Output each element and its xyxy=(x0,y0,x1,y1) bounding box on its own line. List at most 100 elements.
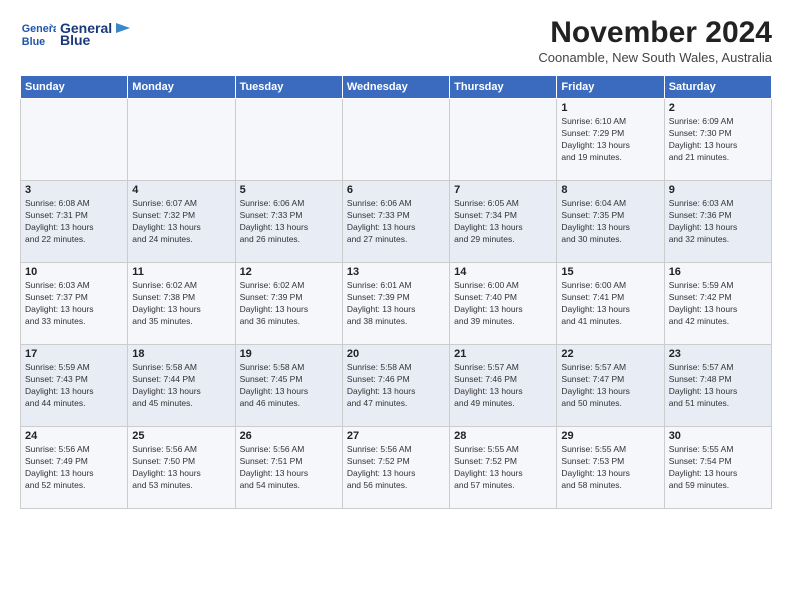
calendar-cell: 22 Sunrise: 5:57 AM Sunset: 7:47 PM Dayli… xyxy=(557,345,664,427)
day-number: 5 xyxy=(240,184,338,196)
logo-icon: General Blue xyxy=(20,16,56,52)
day-info: Sunrise: 6:06 AM Sunset: 7:33 PM Dayligh… xyxy=(240,198,338,246)
calendar-cell: 23 Sunrise: 5:57 AM Sunset: 7:48 PM Dayli… xyxy=(664,345,771,427)
weekday-header: Monday xyxy=(128,76,235,99)
calendar-week-row: 10 Sunrise: 6:03 AM Sunset: 7:37 PM Dayli… xyxy=(21,263,772,345)
calendar-header-row: SundayMondayTuesdayWednesdayThursdayFrid… xyxy=(21,76,772,99)
day-number: 1 xyxy=(561,102,659,114)
calendar-week-row: 1 Sunrise: 6:10 AM Sunset: 7:29 PM Daylig… xyxy=(21,99,772,181)
day-info: Sunrise: 5:57 AM Sunset: 7:47 PM Dayligh… xyxy=(561,362,659,410)
calendar-cell: 16Sunrise: 5:59 AM Sunset: 7:42 PM Dayli… xyxy=(664,263,771,345)
day-info: Sunrise: 5:57 AM Sunset: 7:48 PM Dayligh… xyxy=(669,362,767,410)
calendar-cell: 15 Sunrise: 6:00 AM Sunset: 7:41 PM Dayli… xyxy=(557,263,664,345)
day-number: 18 xyxy=(132,348,230,360)
calendar-table: SundayMondayTuesdayWednesdayThursdayFrid… xyxy=(20,75,772,509)
day-number: 19 xyxy=(240,348,338,360)
day-info: Sunrise: 5:58 AM Sunset: 7:44 PM Dayligh… xyxy=(132,362,230,410)
day-info: Sunrise: 6:07 AM Sunset: 7:32 PM Dayligh… xyxy=(132,198,230,246)
day-info: Sunrise: 5:59 AM Sunset: 7:43 PM Dayligh… xyxy=(25,362,123,410)
calendar-week-row: 17Sunrise: 5:59 AM Sunset: 7:43 PM Dayli… xyxy=(21,345,772,427)
day-info: Sunrise: 6:03 AM Sunset: 7:36 PM Dayligh… xyxy=(669,198,767,246)
day-number: 27 xyxy=(347,430,445,442)
calendar-cell: 30Sunrise: 5:55 AM Sunset: 7:54 PM Dayli… xyxy=(664,427,771,509)
calendar-cell xyxy=(342,99,449,181)
day-number: 13 xyxy=(347,266,445,278)
day-info: Sunrise: 6:00 AM Sunset: 7:40 PM Dayligh… xyxy=(454,280,552,328)
day-info: Sunrise: 6:01 AM Sunset: 7:39 PM Dayligh… xyxy=(347,280,445,328)
day-info: Sunrise: 5:58 AM Sunset: 7:46 PM Dayligh… xyxy=(347,362,445,410)
day-info: Sunrise: 6:10 AM Sunset: 7:29 PM Dayligh… xyxy=(561,116,659,164)
calendar-cell: 19 Sunrise: 5:58 AM Sunset: 7:45 PM Dayli… xyxy=(235,345,342,427)
day-number: 20 xyxy=(347,348,445,360)
calendar-week-row: 24 Sunrise: 5:56 AM Sunset: 7:49 PM Dayli… xyxy=(21,427,772,509)
calendar-week-row: 3 Sunrise: 6:08 AM Sunset: 7:31 PM Daylig… xyxy=(21,181,772,263)
day-number: 25 xyxy=(132,430,230,442)
svg-text:Blue: Blue xyxy=(22,36,45,48)
day-info: Sunrise: 5:56 AM Sunset: 7:49 PM Dayligh… xyxy=(25,444,123,492)
day-number: 22 xyxy=(561,348,659,360)
calendar-cell: 1 Sunrise: 6:10 AM Sunset: 7:29 PM Daylig… xyxy=(557,99,664,181)
day-number: 24 xyxy=(25,430,123,442)
month-year: November 2024 xyxy=(538,16,772,50)
day-info: Sunrise: 6:03 AM Sunset: 7:37 PM Dayligh… xyxy=(25,280,123,328)
calendar-cell: 13 Sunrise: 6:01 AM Sunset: 7:39 PM Dayli… xyxy=(342,263,449,345)
calendar-cell: 18 Sunrise: 5:58 AM Sunset: 7:44 PM Dayli… xyxy=(128,345,235,427)
day-number: 4 xyxy=(132,184,230,196)
page: General Blue General Blue November 2024 … xyxy=(0,0,792,612)
day-number: 7 xyxy=(454,184,552,196)
location: Coonamble, New South Wales, Australia xyxy=(538,50,772,65)
calendar-cell xyxy=(128,99,235,181)
title-block: November 2024 Coonamble, New South Wales… xyxy=(538,16,772,65)
weekday-header: Thursday xyxy=(450,76,557,99)
day-number: 9 xyxy=(669,184,767,196)
day-number: 8 xyxy=(561,184,659,196)
day-number: 26 xyxy=(240,430,338,442)
weekday-header: Tuesday xyxy=(235,76,342,99)
day-number: 3 xyxy=(25,184,123,196)
weekday-header: Friday xyxy=(557,76,664,99)
day-number: 11 xyxy=(132,266,230,278)
calendar-cell xyxy=(450,99,557,181)
calendar-cell: 8 Sunrise: 6:04 AM Sunset: 7:35 PM Daylig… xyxy=(557,181,664,263)
day-info: Sunrise: 5:57 AM Sunset: 7:46 PM Dayligh… xyxy=(454,362,552,410)
day-info: Sunrise: 5:56 AM Sunset: 7:50 PM Dayligh… xyxy=(132,444,230,492)
calendar-cell: 10 Sunrise: 6:03 AM Sunset: 7:37 PM Dayli… xyxy=(21,263,128,345)
day-number: 29 xyxy=(561,430,659,442)
calendar-cell xyxy=(235,99,342,181)
day-info: Sunrise: 6:04 AM Sunset: 7:35 PM Dayligh… xyxy=(561,198,659,246)
day-info: Sunrise: 5:55 AM Sunset: 7:53 PM Dayligh… xyxy=(561,444,659,492)
calendar-cell: 6 Sunrise: 6:06 AM Sunset: 7:33 PM Daylig… xyxy=(342,181,449,263)
day-info: Sunrise: 5:59 AM Sunset: 7:42 PM Dayligh… xyxy=(669,280,767,328)
logo-arrow-icon xyxy=(114,21,132,35)
weekday-header: Sunday xyxy=(21,76,128,99)
calendar-cell: 9 Sunrise: 6:03 AM Sunset: 7:36 PM Daylig… xyxy=(664,181,771,263)
calendar-cell: 29 Sunrise: 5:55 AM Sunset: 7:53 PM Dayli… xyxy=(557,427,664,509)
calendar-cell: 26Sunrise: 5:56 AM Sunset: 7:51 PM Dayli… xyxy=(235,427,342,509)
day-info: Sunrise: 6:08 AM Sunset: 7:31 PM Dayligh… xyxy=(25,198,123,246)
calendar-cell: 28Sunrise: 5:55 AM Sunset: 7:52 PM Dayli… xyxy=(450,427,557,509)
calendar-cell: 12Sunrise: 6:02 AM Sunset: 7:39 PM Dayli… xyxy=(235,263,342,345)
calendar-cell: 7Sunrise: 6:05 AM Sunset: 7:34 PM Daylig… xyxy=(450,181,557,263)
day-number: 12 xyxy=(240,266,338,278)
calendar-cell: 14Sunrise: 6:00 AM Sunset: 7:40 PM Dayli… xyxy=(450,263,557,345)
calendar-cell xyxy=(21,99,128,181)
day-info: Sunrise: 5:55 AM Sunset: 7:54 PM Dayligh… xyxy=(669,444,767,492)
day-number: 23 xyxy=(669,348,767,360)
calendar-cell: 11 Sunrise: 6:02 AM Sunset: 7:38 PM Dayli… xyxy=(128,263,235,345)
day-number: 15 xyxy=(561,266,659,278)
calendar-cell: 17Sunrise: 5:59 AM Sunset: 7:43 PM Dayli… xyxy=(21,345,128,427)
calendar-cell: 24 Sunrise: 5:56 AM Sunset: 7:49 PM Dayli… xyxy=(21,427,128,509)
weekday-header: Saturday xyxy=(664,76,771,99)
day-number: 10 xyxy=(25,266,123,278)
day-info: Sunrise: 6:00 AM Sunset: 7:41 PM Dayligh… xyxy=(561,280,659,328)
calendar-cell: 4 Sunrise: 6:07 AM Sunset: 7:32 PM Daylig… xyxy=(128,181,235,263)
header: General Blue General Blue November 2024 … xyxy=(20,16,772,65)
calendar-cell: 20 Sunrise: 5:58 AM Sunset: 7:46 PM Dayli… xyxy=(342,345,449,427)
day-info: Sunrise: 5:55 AM Sunset: 7:52 PM Dayligh… xyxy=(454,444,552,492)
day-number: 6 xyxy=(347,184,445,196)
day-number: 2 xyxy=(669,102,767,114)
day-info: Sunrise: 6:06 AM Sunset: 7:33 PM Dayligh… xyxy=(347,198,445,246)
day-info: Sunrise: 5:58 AM Sunset: 7:45 PM Dayligh… xyxy=(240,362,338,410)
day-number: 21 xyxy=(454,348,552,360)
day-info: Sunrise: 6:02 AM Sunset: 7:38 PM Dayligh… xyxy=(132,280,230,328)
